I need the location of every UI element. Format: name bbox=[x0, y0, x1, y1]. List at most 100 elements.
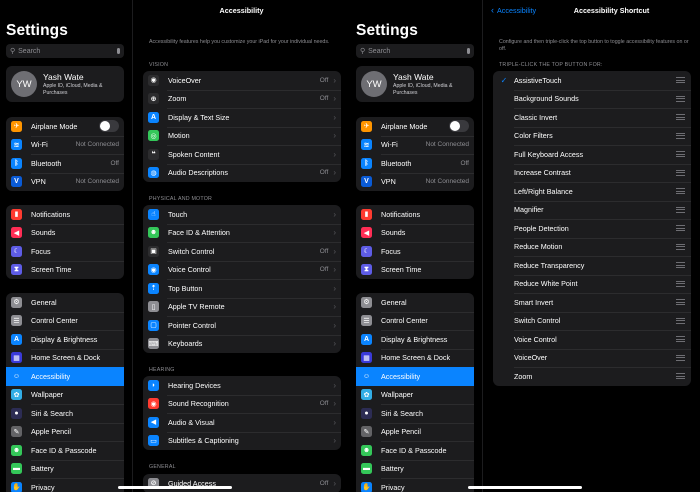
reorder-handle-icon[interactable] bbox=[676, 243, 685, 250]
shortcut-option-people-detection[interactable]: People Detection bbox=[493, 219, 691, 238]
sidebar-item-wallpaper[interactable]: ✿ Wallpaper bbox=[356, 386, 474, 405]
shortcut-option-voiceover[interactable]: VoiceOver bbox=[493, 348, 691, 368]
accessibility-item-voiceover[interactable]: ◉ VoiceOver Off › bbox=[143, 71, 341, 90]
accessibility-item-switch-control[interactable]: ▣ Switch Control Off › bbox=[143, 242, 341, 261]
reorder-handle-icon[interactable] bbox=[676, 262, 685, 269]
accessibility-item-audio-and-visual[interactable]: ◀ Audio & Visual › bbox=[143, 413, 341, 432]
sidebar-item-general[interactable]: ⚙ General bbox=[6, 293, 124, 312]
accessibility-item-guided-access[interactable]: ⊘ Guided Access Off › bbox=[143, 474, 341, 492]
reorder-handle-icon[interactable] bbox=[676, 206, 685, 213]
reorder-handle-icon[interactable] bbox=[676, 132, 685, 139]
reorder-handle-icon[interactable] bbox=[676, 373, 685, 380]
sidebar-item-screen-time[interactable]: ⧗ Screen Time bbox=[6, 260, 124, 280]
sidebar-item-face-id-and-passcode[interactable]: ☻ Face ID & Passcode bbox=[6, 441, 124, 460]
accessibility-item-voice-control[interactable]: ◉ Voice Control Off › bbox=[143, 260, 341, 280]
reorder-handle-icon[interactable] bbox=[676, 169, 685, 176]
shortcut-option-increase-contrast[interactable]: Increase Contrast bbox=[493, 163, 691, 183]
airplane-mode-toggle[interactable] bbox=[99, 120, 119, 133]
sidebar-item-notifications[interactable]: ▮ Notifications bbox=[356, 205, 474, 224]
sidebar-item-airplane-mode[interactable]: ✈ Airplane Mode bbox=[356, 117, 474, 136]
reorder-handle-icon[interactable] bbox=[676, 114, 685, 121]
shortcut-option-full-keyboard-access[interactable]: Full Keyboard Access bbox=[493, 145, 691, 164]
accessibility-item-motion[interactable]: ◎ Motion › bbox=[143, 126, 341, 146]
accessibility-item-zoom[interactable]: ⊕ Zoom Off › bbox=[143, 89, 341, 109]
accessibility-item-hearing-devices[interactable]: ◗ Hearing Devices › bbox=[143, 376, 341, 395]
accessibility-item-pointer-control[interactable]: ▢ Pointer Control › bbox=[143, 316, 341, 335]
accessibility-item-display-and-text-size[interactable]: A Display & Text Size › bbox=[143, 108, 341, 127]
sidebar-item-screen-time[interactable]: ⧗ Screen Time bbox=[356, 260, 474, 280]
sidebar-item-wi-fi[interactable]: ≋ Wi-Fi Not Connected bbox=[356, 135, 474, 155]
sidebar-item-wallpaper[interactable]: ✿ Wallpaper bbox=[6, 386, 124, 405]
reorder-handle-icon[interactable] bbox=[676, 151, 685, 158]
shortcut-option-reduce-motion[interactable]: Reduce Motion bbox=[493, 237, 691, 257]
sidebar-item-siri-and-search[interactable]: ● Siri & Search bbox=[6, 404, 124, 423]
sidebar-item-bluetooth[interactable]: ᛒ Bluetooth Off bbox=[356, 154, 474, 173]
home-indicator[interactable] bbox=[468, 486, 582, 489]
shortcut-option-reduce-white-point[interactable]: Reduce White Point bbox=[493, 274, 691, 294]
sidebar-item-control-center[interactable]: ☰ Control Center bbox=[6, 311, 124, 331]
shortcut-option-zoom[interactable]: Zoom bbox=[493, 367, 691, 386]
accessibility-item-keyboards[interactable]: ⌨ Keyboards › bbox=[143, 334, 341, 354]
accessibility-item-sound-recognition[interactable]: ◉ Sound Recognition Off › bbox=[143, 394, 341, 414]
sidebar-item-focus[interactable]: ☾ Focus bbox=[6, 242, 124, 261]
reorder-handle-icon[interactable] bbox=[676, 225, 685, 232]
sidebar-item-siri-and-search[interactable]: ● Siri & Search bbox=[356, 404, 474, 423]
reorder-handle-icon[interactable] bbox=[676, 95, 685, 102]
sidebar-item-accessibility[interactable]: ☺ Accessibility bbox=[6, 367, 124, 386]
shortcut-option-color-filters[interactable]: Color Filters bbox=[493, 126, 691, 146]
sidebar-item-apple-pencil[interactable]: ✎ Apple Pencil bbox=[356, 422, 474, 442]
airplane-mode-toggle[interactable] bbox=[449, 120, 469, 133]
profile-card[interactable]: YW Yash Wate Apple ID, iCloud, Media & P… bbox=[6, 66, 124, 102]
reorder-handle-icon[interactable] bbox=[676, 77, 685, 84]
shortcut-option-assistivetouch[interactable]: ✓ AssistiveTouch bbox=[493, 71, 691, 90]
sidebar-item-display-and-brightness[interactable]: A Display & Brightness bbox=[6, 330, 124, 349]
accessibility-item-touch[interactable]: ☝ Touch › bbox=[143, 205, 341, 224]
sidebar-item-airplane-mode[interactable]: ✈ Airplane Mode bbox=[6, 117, 124, 136]
reorder-handle-icon[interactable] bbox=[676, 354, 685, 361]
microphone-icon[interactable] bbox=[117, 48, 120, 54]
accessibility-item-audio-descriptions[interactable]: ◍ Audio Descriptions Off › bbox=[143, 163, 341, 183]
sidebar-item-vpn[interactable]: V VPN Not Connected bbox=[6, 172, 124, 192]
sidebar-item-sounds[interactable]: ◀ Sounds bbox=[6, 223, 124, 243]
search-input[interactable]: ⚲ Search bbox=[356, 44, 474, 58]
home-indicator[interactable] bbox=[118, 486, 232, 489]
reorder-handle-icon[interactable] bbox=[676, 188, 685, 195]
sidebar-item-notifications[interactable]: ▮ Notifications bbox=[6, 205, 124, 224]
shortcut-option-reduce-transparency[interactable]: Reduce Transparency bbox=[493, 256, 691, 275]
reorder-handle-icon[interactable] bbox=[676, 280, 685, 287]
sidebar-item-privacy[interactable]: ✋ Privacy bbox=[356, 478, 474, 492]
accessibility-item-spoken-content[interactable]: ❝ Spoken Content › bbox=[143, 145, 341, 164]
sidebar-item-accessibility[interactable]: ☺ Accessibility bbox=[356, 367, 474, 386]
accessibility-item-apple-tv-remote[interactable]: ▯ Apple TV Remote › bbox=[143, 297, 341, 317]
sidebar-item-wi-fi[interactable]: ≋ Wi-Fi Not Connected bbox=[6, 135, 124, 155]
shortcut-option-background-sounds[interactable]: Background Sounds bbox=[493, 89, 691, 109]
profile-card[interactable]: YW Yash Wate Apple ID, iCloud, Media & P… bbox=[356, 66, 474, 102]
accessibility-item-subtitles-and-captioning[interactable]: ▭ Subtitles & Captioning › bbox=[143, 431, 341, 451]
microphone-icon[interactable] bbox=[467, 48, 470, 54]
sidebar-item-vpn[interactable]: V VPN Not Connected bbox=[356, 172, 474, 192]
sidebar-item-apple-pencil[interactable]: ✎ Apple Pencil bbox=[6, 422, 124, 442]
reorder-handle-icon[interactable] bbox=[676, 299, 685, 306]
sidebar-item-display-and-brightness[interactable]: A Display & Brightness bbox=[356, 330, 474, 349]
accessibility-item-top-button[interactable]: ⇡ Top Button › bbox=[143, 279, 341, 298]
sidebar-item-bluetooth[interactable]: ᛒ Bluetooth Off bbox=[6, 154, 124, 173]
sidebar-item-control-center[interactable]: ☰ Control Center bbox=[356, 311, 474, 331]
sidebar-item-focus[interactable]: ☾ Focus bbox=[356, 242, 474, 261]
shortcut-option-magnifier[interactable]: Magnifier bbox=[493, 200, 691, 220]
sidebar-item-battery[interactable]: ▬ Battery bbox=[6, 459, 124, 479]
reorder-handle-icon[interactable] bbox=[676, 317, 685, 324]
sidebar-item-home-screen-and-dock[interactable]: ▦ Home Screen & Dock bbox=[356, 348, 474, 368]
accessibility-item-face-id-and-attention[interactable]: ☻ Face ID & Attention › bbox=[143, 223, 341, 243]
search-input[interactable]: ⚲ Search bbox=[6, 44, 124, 58]
sidebar-item-face-id-and-passcode[interactable]: ☻ Face ID & Passcode bbox=[356, 441, 474, 460]
shortcut-option-smart-invert[interactable]: Smart Invert bbox=[493, 293, 691, 312]
sidebar-item-privacy[interactable]: ✋ Privacy bbox=[6, 478, 124, 492]
shortcut-option-voice-control[interactable]: Voice Control bbox=[493, 330, 691, 349]
sidebar-item-home-screen-and-dock[interactable]: ▦ Home Screen & Dock bbox=[6, 348, 124, 368]
sidebar-item-battery[interactable]: ▬ Battery bbox=[356, 459, 474, 479]
sidebar-item-general[interactable]: ⚙ General bbox=[356, 293, 474, 312]
shortcut-option-left-right-balance[interactable]: Left/Right Balance bbox=[493, 182, 691, 201]
shortcut-option-switch-control[interactable]: Switch Control bbox=[493, 311, 691, 331]
reorder-handle-icon[interactable] bbox=[676, 336, 685, 343]
shortcut-option-classic-invert[interactable]: Classic Invert bbox=[493, 108, 691, 127]
